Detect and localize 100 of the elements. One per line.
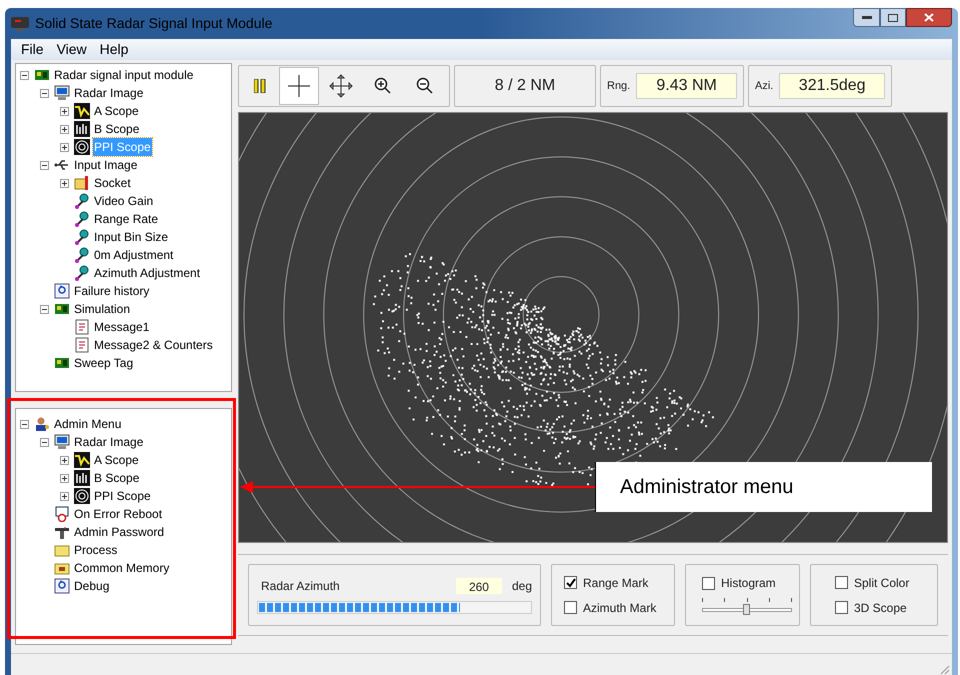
plus-icon [62, 126, 67, 132]
collapse-toggle[interactable] [40, 438, 49, 446]
monitor-icon [54, 434, 70, 450]
menu-item[interactable]: Help [100, 39, 128, 60]
menu-item[interactable]: File [21, 39, 44, 60]
azimuth-setting-label: Radar Azimuth [261, 578, 340, 594]
minimize-icon [862, 16, 872, 20]
circuit-board-icon [34, 67, 50, 83]
wheelchair-icon [54, 578, 70, 594]
tree-item[interactable]: Radar Image [73, 433, 144, 451]
calendar-clock-icon [54, 506, 70, 522]
expand-toggle[interactable] [60, 492, 69, 500]
tree-item[interactable]: PPI Scope [93, 487, 152, 505]
waveform-icon [74, 452, 90, 468]
menu-item[interactable]: View [56, 39, 87, 60]
tree-item[interactable]: Simulation [73, 300, 132, 318]
wheelchair-icon [54, 283, 70, 299]
tree-item[interactable]: Process [73, 541, 118, 559]
histogram-slider[interactable] [702, 598, 792, 616]
tree-item[interactable]: Failure history [73, 282, 150, 300]
slider-thumb[interactable] [743, 604, 750, 615]
tree-item[interactable]: Message2 & Counters [93, 336, 214, 354]
tree-item[interactable]: A Scope [93, 451, 140, 469]
tree-item[interactable]: Video Gain [93, 192, 154, 210]
folder-tools-icon [74, 175, 90, 191]
checkbox[interactable] [564, 576, 577, 589]
crosshair-icon [288, 75, 310, 97]
zoom-out-icon [416, 77, 434, 95]
monitor-icon [54, 85, 70, 101]
person-key-icon [34, 416, 50, 432]
azimuth-input[interactable]: 260 [456, 578, 502, 594]
tree-item[interactable]: A Scope [93, 102, 140, 120]
checkbox[interactable] [835, 576, 848, 589]
tree-item[interactable]: Input Image [73, 156, 138, 174]
checkbox[interactable] [564, 601, 577, 614]
tree-item[interactable]: 0m Adjustment [93, 246, 174, 264]
document-icon [74, 319, 90, 335]
turnstile-icon [54, 524, 70, 540]
checkbox-label: Azimuth Mark [583, 600, 656, 616]
plus-icon [62, 458, 67, 462]
close-button[interactable] [906, 8, 952, 27]
check-icon [566, 578, 576, 588]
pause-icon [254, 79, 266, 93]
collapse-toggle[interactable] [40, 304, 49, 314]
tree-item[interactable]: On Error Reboot [73, 505, 164, 523]
expand-toggle[interactable] [60, 178, 69, 188]
resize-grip-icon [938, 663, 950, 675]
azimuth-value: 321.5deg [779, 73, 885, 99]
app-icon [11, 16, 29, 30]
callout-text: Administrator menu [620, 475, 794, 500]
unit-label: deg [512, 578, 532, 594]
collapse-toggle[interactable] [40, 88, 49, 98]
expand-toggle[interactable] [60, 106, 69, 116]
collapse-toggle[interactable] [20, 70, 29, 80]
plus-icon [62, 494, 67, 498]
crosshair-button[interactable] [279, 67, 319, 105]
radar-icon [74, 488, 90, 504]
azimuth-label: Azi. [755, 78, 774, 94]
tree-item[interactable]: Azimuth Adjustment [93, 264, 202, 282]
tree-item[interactable]: Socket [93, 174, 132, 192]
tree-item[interactable]: Sweep Tag [73, 354, 134, 372]
maximize-button[interactable] [880, 8, 906, 27]
range-label: Rng. [607, 78, 630, 94]
zoom-in-icon [374, 77, 392, 95]
checkbox-label: Split Color [854, 574, 910, 592]
range-value: 9.43 NM [636, 73, 737, 99]
bars-icon [74, 470, 90, 486]
checkbox[interactable] [702, 576, 715, 590]
collapse-toggle[interactable] [40, 160, 49, 170]
dial-icon [74, 211, 90, 227]
tree-item[interactable]: Admin Menu [53, 415, 122, 433]
dial-icon [74, 247, 90, 263]
minus-icon [42, 90, 47, 96]
minimize-button[interactable] [853, 8, 880, 27]
expand-toggle[interactable] [60, 142, 69, 152]
move-icon [329, 74, 353, 98]
expand-toggle[interactable] [60, 124, 69, 134]
expand-toggle[interactable] [60, 456, 69, 464]
tree-item[interactable]: Debug [73, 577, 110, 595]
tree-item[interactable]: B Scope [93, 469, 140, 487]
checkbox[interactable] [835, 601, 848, 614]
collapse-toggle[interactable] [20, 420, 29, 428]
tree-item[interactable]: Radar signal input module [53, 66, 194, 84]
checkbox-label: Range Mark [583, 574, 648, 592]
minus-icon [42, 162, 47, 168]
tree-item[interactable]: Radar Image [73, 84, 144, 102]
minus-icon [42, 440, 47, 444]
circuit-board-icon [54, 355, 70, 371]
minus-icon [22, 422, 27, 426]
tree-item[interactable]: Message1 [93, 318, 150, 336]
tree-item[interactable]: B Scope [93, 120, 140, 138]
tree-item[interactable]: Input Bin Size [93, 228, 170, 246]
tree-item[interactable]: Admin Password [73, 523, 166, 541]
expand-toggle[interactable] [60, 474, 69, 482]
plus-icon [62, 180, 67, 186]
bars-icon [74, 121, 90, 137]
tree-item[interactable]: Range Rate [93, 210, 160, 228]
tree-item[interactable]: Common Memory [73, 559, 170, 577]
circuit-board-icon [54, 301, 70, 317]
dial-icon [74, 265, 90, 281]
